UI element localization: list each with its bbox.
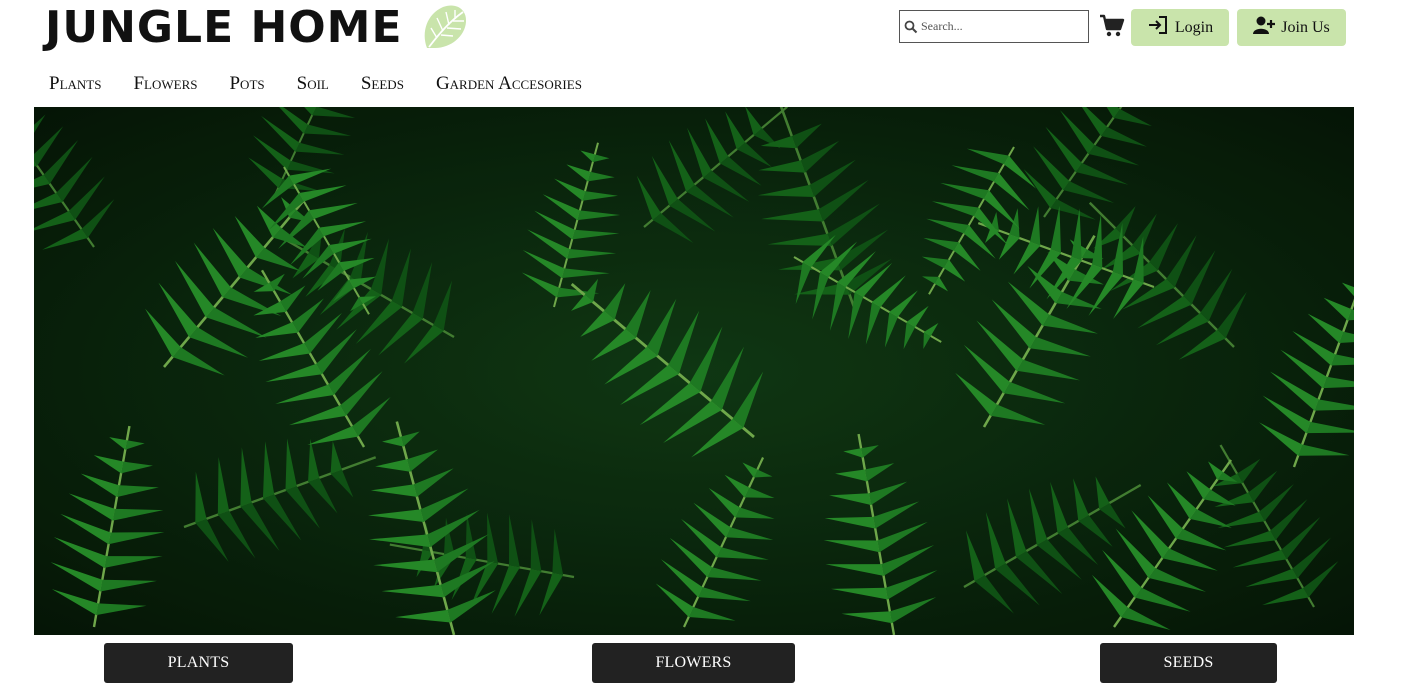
- search-input[interactable]: [921, 19, 1081, 34]
- category-button-plants[interactable]: PLANTS: [104, 643, 293, 683]
- nav-item-pots[interactable]: Pots: [229, 73, 264, 95]
- join-us-button[interactable]: Join Us: [1237, 9, 1346, 46]
- nav-item-flowers[interactable]: Flowers: [133, 73, 197, 95]
- search-box[interactable]: [899, 10, 1089, 43]
- main-nav: Plants Flowers Pots Soil Seeds Garden Ac…: [49, 73, 614, 95]
- shopping-cart-icon[interactable]: [1099, 14, 1125, 38]
- nav-item-seeds[interactable]: Seeds: [361, 73, 404, 95]
- nav-item-soil[interactable]: Soil: [297, 73, 329, 95]
- nav-item-garden-accessories[interactable]: Garden Accesories: [436, 73, 582, 95]
- nav-item-plants[interactable]: Plants: [49, 73, 101, 95]
- search-icon: [904, 20, 918, 34]
- sign-in-icon: [1147, 15, 1169, 40]
- login-label: Login: [1174, 18, 1214, 36]
- brand-logo[interactable]: JUNGLE HOME: [45, 0, 469, 56]
- user-plus-icon: [1253, 15, 1276, 40]
- join-us-label: Join Us: [1281, 18, 1330, 36]
- category-button-seeds[interactable]: SEEDS: [1100, 643, 1277, 683]
- hero-image: [34, 107, 1354, 635]
- login-button[interactable]: Login: [1131, 9, 1229, 46]
- brand-name: JUNGLE HOME: [45, 2, 403, 53]
- category-button-flowers[interactable]: FLOWERS: [592, 643, 795, 683]
- monstera-leaf-icon: [417, 2, 469, 54]
